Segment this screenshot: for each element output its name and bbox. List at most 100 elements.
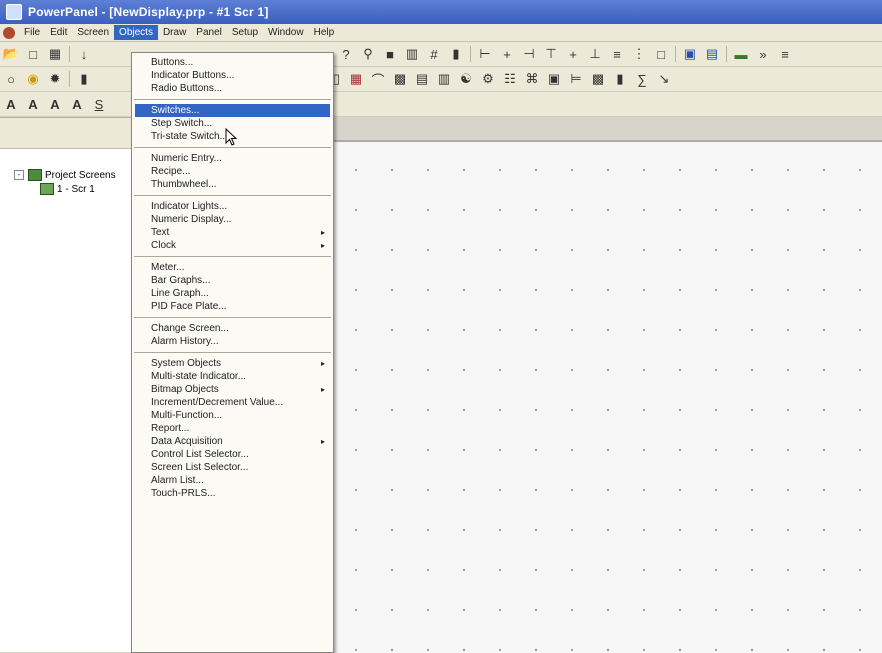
menu-file[interactable]: File (19, 25, 45, 40)
alarm-icon[interactable]: ▦ (348, 71, 364, 87)
save-icon[interactable]: ▦ (47, 46, 63, 62)
align-middle-icon[interactable]: + (565, 46, 581, 62)
new-icon[interactable]: □ (25, 46, 41, 62)
align-right-icon[interactable]: ⊣ (521, 46, 537, 62)
menu-item-data-acquisition[interactable]: Data Acquisition ▸ (132, 435, 333, 448)
grid-icon[interactable]: # (426, 46, 442, 62)
align-left-icon[interactable]: ⊢ (477, 46, 493, 62)
menu-item-increment-decrement-value[interactable]: Increment/Decrement Value... (132, 396, 333, 409)
open-icon[interactable]: 📂 (3, 46, 19, 62)
menu-window[interactable]: Window (263, 25, 309, 40)
underline-icon[interactable]: S (91, 96, 107, 112)
text-icon[interactable]: ▩ (590, 71, 606, 87)
gear-icon[interactable]: ⚙ (480, 71, 496, 87)
font-color-icon[interactable]: A (69, 96, 85, 112)
font-style-icon[interactable]: A (47, 96, 63, 112)
bitmap-icon[interactable]: ▮ (612, 71, 628, 87)
menu-draw[interactable]: Draw (158, 25, 191, 40)
next-icon[interactable]: » (755, 46, 771, 62)
thumbwheel-icon[interactable]: ⊨ (568, 71, 584, 87)
menu-item-label: Buttons... (151, 57, 194, 68)
circle-icon[interactable]: ○ (3, 71, 19, 87)
meter-icon[interactable]: ⌒ (370, 71, 386, 88)
window-title: PowerPanel - [NewDisplay.prp - #1 Scr 1] (28, 5, 269, 19)
menu-item-label: Alarm History... (151, 336, 219, 347)
menu-item-label: Data Acquisition (151, 436, 223, 447)
menu-item-line-graph[interactable]: Line Graph... (132, 287, 333, 300)
screen-icon[interactable]: ▣ (546, 71, 562, 87)
align-bottom-icon[interactable]: ⊥ (587, 46, 603, 62)
columns-icon[interactable]: ▥ (404, 46, 420, 62)
menu-item-recipe[interactable]: Recipe... (132, 165, 333, 178)
menu-item-indicator-buttons[interactable]: Indicator Buttons... (132, 69, 333, 82)
menu-item-radio-buttons[interactable]: Radio Buttons... (132, 82, 333, 95)
menu-item-buttons[interactable]: Buttons... (132, 56, 333, 69)
menu-item-label: Report... (151, 423, 190, 434)
menu-item-touch-prls[interactable]: Touch-PRLS... (132, 487, 333, 500)
menu-item-bar-graphs[interactable]: Bar Graphs... (132, 274, 333, 287)
chart-icon[interactable]: ▤ (414, 71, 430, 87)
bring-front-icon[interactable]: ▣ (682, 46, 698, 62)
system-menu-icon[interactable] (3, 26, 15, 39)
menu-item-screen-list-selector[interactable]: Screen List Selector... (132, 461, 333, 474)
menu-objects[interactable]: Objects (114, 25, 158, 40)
menu-panel[interactable]: Panel (191, 25, 227, 40)
font-size-icon[interactable]: A (25, 96, 41, 112)
screen-icon (40, 183, 54, 195)
send-back-icon[interactable]: ▤ (704, 46, 720, 62)
line-icon[interactable]: ↘ (656, 71, 672, 87)
menu-item-multi-function[interactable]: Multi-Function... (132, 409, 333, 422)
collapse-icon[interactable]: - (14, 170, 24, 180)
star-icon[interactable]: ✹ (47, 71, 63, 87)
size-icon[interactable]: □ (653, 46, 669, 62)
cut-icon[interactable]: ↓ (76, 46, 92, 62)
menu-item-change-screen[interactable]: Change Screen... (132, 322, 333, 335)
report-icon[interactable]: ∑ (634, 71, 650, 87)
menu-item-alarm-list[interactable]: Alarm List... (132, 474, 333, 487)
menu-item-thumbwheel[interactable]: Thumbwheel... (132, 178, 333, 191)
menu-item-multi-state-indicator[interactable]: Multi-state Indicator... (132, 370, 333, 383)
menu-item-label: Tri-state Switch... (151, 131, 228, 142)
bar-graph-icon[interactable]: ▩ (392, 71, 408, 87)
menu-item-bitmap-objects[interactable]: Bitmap Objects ▸ (132, 383, 333, 396)
menu-item-clock[interactable]: Clock ▸ (132, 239, 333, 252)
space-vertical-icon[interactable]: ⋮ (631, 46, 647, 62)
group-icon[interactable]: ▬ (733, 46, 749, 62)
toolbar-separator (69, 46, 70, 62)
menu-item-numeric-display[interactable]: Numeric Display... (132, 213, 333, 226)
switch-icon[interactable]: ▮ (76, 71, 92, 87)
menu-item-system-objects[interactable]: System Objects ▸ (132, 357, 333, 370)
menu-item-meter[interactable]: Meter... (132, 261, 333, 274)
menu-help[interactable]: Help (309, 25, 340, 40)
menu-item-switches[interactable]: Switches... (135, 104, 330, 117)
align-center-icon[interactable]: + (499, 46, 515, 62)
menu-item-control-list-selector[interactable]: Control List Selector... (132, 448, 333, 461)
menu-item-pid-face-plate[interactable]: PID Face Plate... (132, 300, 333, 313)
menu-setup[interactable]: Setup (227, 25, 263, 40)
menu-item-text[interactable]: Text ▸ (132, 226, 333, 239)
submenu-arrow-icon: ▸ (320, 437, 325, 446)
tree-root[interactable]: - Project Screens (14, 168, 116, 182)
help-icon[interactable]: ? (338, 46, 354, 62)
font-icon[interactable]: A (3, 96, 19, 112)
pid-icon[interactable]: ☯ (458, 71, 474, 87)
menu-screen[interactable]: Screen (72, 25, 114, 40)
zoom-icon[interactable]: ⚲ (360, 46, 376, 62)
menu-item-report[interactable]: Report... (132, 422, 333, 435)
align-top-icon[interactable]: ⊤ (543, 46, 559, 62)
screen-canvas[interactable] (330, 140, 882, 653)
menu-item-numeric-entry[interactable]: Numeric Entry... (132, 152, 333, 165)
numeric-icon[interactable]: ☷ (502, 71, 518, 87)
menu-item-indicator-lights[interactable]: Indicator Lights... (132, 200, 333, 213)
indicator-light-icon[interactable]: ◉ (25, 71, 41, 87)
recipe-icon[interactable]: ⌘ (524, 71, 540, 87)
menu-item-alarm-history[interactable]: Alarm History... (132, 335, 333, 348)
tree-screen-item[interactable]: 1 - Scr 1 (14, 182, 116, 196)
menu-edit[interactable]: Edit (45, 25, 72, 40)
space-horizontal-icon[interactable]: ≡ (609, 46, 625, 62)
folder-icon (28, 169, 42, 181)
snap-icon[interactable]: ▮ (448, 46, 464, 62)
more-icon[interactable]: ≡ (777, 46, 793, 62)
trend-icon[interactable]: ▥ (436, 71, 452, 87)
fill-icon[interactable]: ■ (382, 46, 398, 62)
